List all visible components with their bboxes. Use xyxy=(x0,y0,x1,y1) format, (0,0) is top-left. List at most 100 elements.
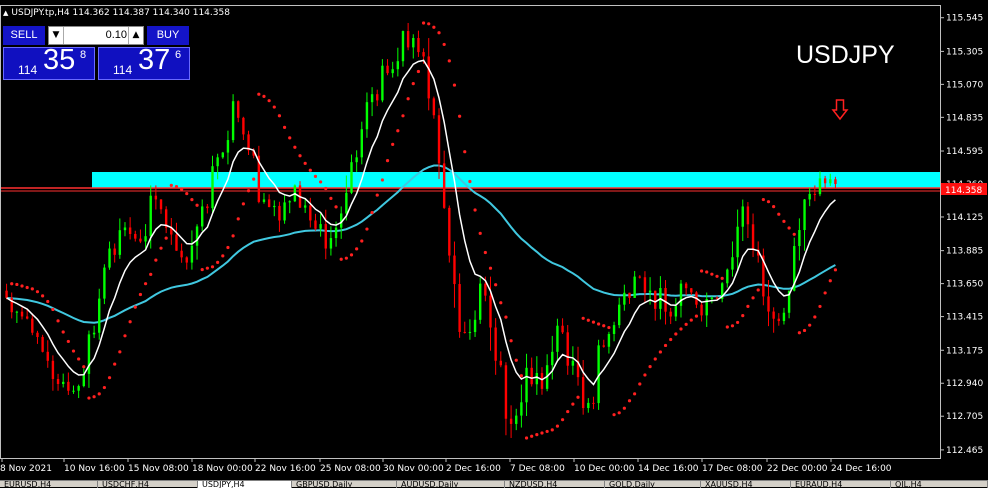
sell-button[interactable]: SELL xyxy=(3,26,45,45)
sar-dot xyxy=(550,428,554,432)
bull-candle xyxy=(468,332,472,334)
sar-dot xyxy=(396,129,400,133)
sar-dot xyxy=(669,337,673,342)
bull-candle xyxy=(190,245,194,263)
bull-candle xyxy=(829,179,832,184)
bull-candle xyxy=(103,267,106,299)
sar-dot xyxy=(792,232,796,236)
bear-candle xyxy=(180,250,183,258)
sar-dot xyxy=(488,266,493,270)
sar-dot xyxy=(272,105,276,109)
sar-dot xyxy=(715,274,719,278)
sell-price-box[interactable]: 114 35 8 xyxy=(3,44,95,80)
bear-candle xyxy=(278,205,281,221)
bull-candle xyxy=(515,415,518,424)
sar-dot xyxy=(823,291,827,295)
sar-dot xyxy=(741,314,745,318)
sar-dot xyxy=(226,245,230,250)
sar-dot xyxy=(380,178,384,182)
bear-candle xyxy=(509,418,513,424)
sar-dot xyxy=(777,212,781,216)
sar-dot xyxy=(746,304,750,308)
bear-candle xyxy=(113,248,116,255)
bear-candle xyxy=(566,332,569,366)
bull-candle xyxy=(77,386,80,391)
sar-dot xyxy=(319,180,323,184)
price-tick-label: 115.070 xyxy=(946,80,983,90)
buy-price-box[interactable]: 114 37 6 xyxy=(98,44,190,80)
sar-dot xyxy=(658,350,662,354)
sar-dot xyxy=(494,283,498,287)
bear-candle xyxy=(242,117,245,135)
sar-dot xyxy=(190,198,194,202)
lot-increase-icon[interactable]: ▲ xyxy=(128,27,143,44)
sar-dot xyxy=(519,374,523,378)
time-tick-label: 22 Nov 16:00 xyxy=(255,464,316,474)
bull-candle xyxy=(571,360,575,366)
bear-candle xyxy=(314,220,317,229)
bear-candle xyxy=(834,179,837,184)
bear-candle xyxy=(427,56,430,99)
bear-candle xyxy=(448,207,451,256)
sar-dot xyxy=(221,254,225,258)
bull-candle xyxy=(741,206,744,227)
sar-dot xyxy=(689,318,693,322)
lot-size-value[interactable]: 0.10 xyxy=(65,27,127,44)
sar-dot xyxy=(571,402,575,406)
sar-dot xyxy=(82,365,86,369)
sar-dot xyxy=(149,272,153,276)
symbol-header: ▲ USDJPY.tp,H4 114.362 114.387 114.340 11… xyxy=(3,8,230,18)
sar-dot xyxy=(437,31,441,35)
bull-candle xyxy=(92,332,96,335)
sar-dot xyxy=(92,395,96,399)
lot-decrease-icon[interactable]: ▼ xyxy=(49,27,64,44)
bear-candle xyxy=(386,65,389,74)
sar-dot xyxy=(535,433,539,437)
lot-size-stepper[interactable]: ▼ 0.10 ▲ xyxy=(48,26,144,45)
sar-dot xyxy=(20,284,24,288)
sar-dot xyxy=(344,256,348,260)
sar-dot xyxy=(432,25,436,29)
bear-candle xyxy=(5,290,8,298)
buy-price-sup: 6 xyxy=(175,49,182,61)
sar-dot xyxy=(648,365,652,369)
sar-dot xyxy=(169,183,173,187)
bull-candle xyxy=(211,166,214,209)
sar-dot xyxy=(174,184,179,189)
bear-candle xyxy=(751,224,755,250)
sar-dot xyxy=(468,179,472,184)
sar-dot xyxy=(324,186,328,191)
sar-dot xyxy=(241,202,245,206)
sar-dot xyxy=(813,315,817,319)
price-tick-label: 113.650 xyxy=(946,280,983,290)
bull-candle xyxy=(587,402,590,409)
sar-dot xyxy=(643,373,647,377)
price-tick-label: 112.940 xyxy=(946,379,983,389)
bull-candle xyxy=(231,101,235,141)
sar-dot xyxy=(355,247,359,251)
bear-candle xyxy=(602,345,605,347)
bear-candle xyxy=(638,276,641,278)
bear-candle xyxy=(463,331,466,333)
buy-button[interactable]: BUY xyxy=(147,26,189,45)
sar-dot xyxy=(15,282,19,287)
bear-candle xyxy=(267,199,271,208)
sar-dot xyxy=(710,272,714,276)
sar-dot xyxy=(591,320,596,324)
sar-dot xyxy=(25,285,29,290)
price-tick-label: 113.175 xyxy=(946,346,983,356)
sar-dot xyxy=(828,279,832,283)
sar-dot xyxy=(458,114,462,118)
sar-dot xyxy=(514,358,518,362)
sar-dot xyxy=(313,174,318,178)
bear-candle xyxy=(56,378,60,384)
sar-dot xyxy=(35,290,40,294)
sar-dot xyxy=(612,413,616,417)
collapse-triangle-icon[interactable]: ▲ xyxy=(3,9,8,17)
bear-candle xyxy=(684,283,688,289)
bear-candle xyxy=(813,193,817,195)
bear-candle xyxy=(453,255,456,285)
bull-candle xyxy=(396,61,400,70)
sar-dot xyxy=(782,219,786,223)
price-tick-label: 113.415 xyxy=(946,313,983,323)
